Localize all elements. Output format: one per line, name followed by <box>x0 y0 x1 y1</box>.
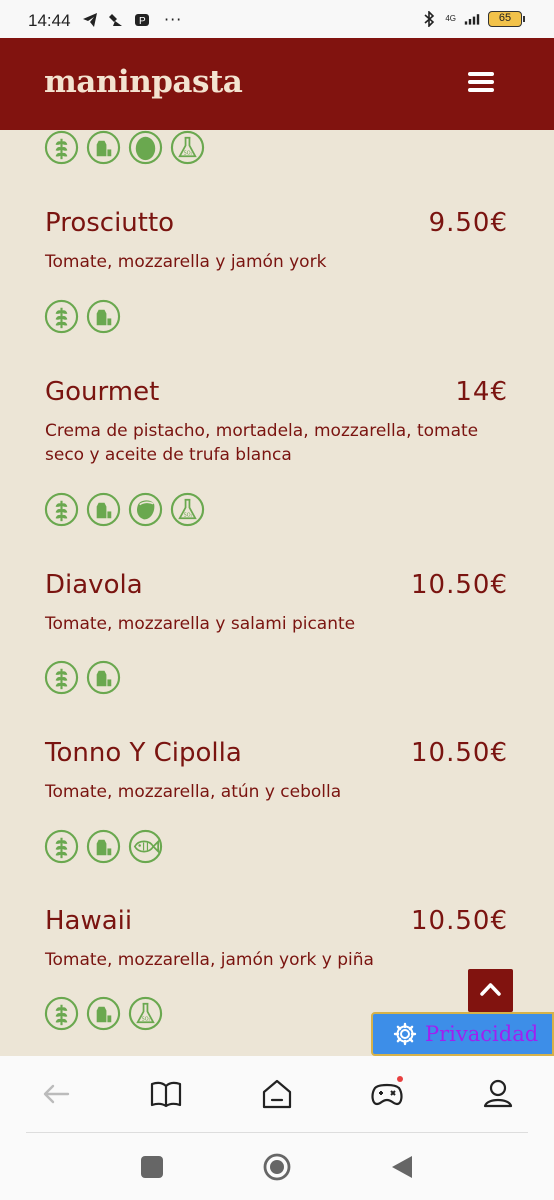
lactose-icon <box>86 829 121 864</box>
chevron-up-icon <box>480 983 501 996</box>
game-icon[interactable] <box>369 1076 405 1112</box>
home-icon[interactable] <box>259 1076 295 1112</box>
item-price: 10.50€ <box>411 570 508 600</box>
item-name: Diavola <box>45 570 143 600</box>
battery-indicator: 65 <box>488 11 525 27</box>
allergen-row <box>44 660 121 695</box>
status-notification-icons: P ··· <box>82 12 182 28</box>
sulfites-icon <box>170 492 205 527</box>
recent-apps-icon[interactable] <box>137 1152 167 1182</box>
allergen-row <box>44 299 121 334</box>
status-time: 14:44 <box>28 11 71 30</box>
lactose-icon <box>86 492 121 527</box>
item-name: Tonno Y Cipolla <box>45 738 242 768</box>
lactose-icon <box>86 996 121 1031</box>
profile-icon[interactable] <box>480 1076 516 1112</box>
item-description: Tomate, mozzarella y jamón york <box>45 252 327 272</box>
site-header: maninpasta <box>0 38 554 130</box>
scroll-to-top-button[interactable] <box>468 969 513 1012</box>
allergen-row <box>44 996 163 1031</box>
gluten-icon <box>44 130 79 165</box>
home-circle-icon[interactable] <box>262 1152 292 1182</box>
system-navigation-bar <box>0 1134 554 1200</box>
item-price: 9.50€ <box>428 208 508 238</box>
gluten-icon <box>44 299 79 334</box>
item-name: Gourmet <box>45 377 160 407</box>
nav-divider <box>26 1132 528 1133</box>
more-notifications-icon: ··· <box>164 10 183 29</box>
bluetooth-icon <box>424 11 435 27</box>
fish-icon <box>128 829 163 864</box>
gluten-icon <box>44 829 79 864</box>
lactose-icon <box>86 130 121 165</box>
gluten-icon <box>44 996 79 1031</box>
status-system-icons: 4G 65 <box>421 11 525 27</box>
signal-icon <box>464 14 480 25</box>
back-icon[interactable] <box>38 1076 74 1112</box>
item-price: 10.50€ <box>411 906 508 936</box>
item-description: Tomate, mozzarella, jamón york y piña <box>45 950 374 970</box>
allergen-row-partial <box>44 130 205 165</box>
lactose-icon <box>86 299 121 334</box>
site-logo[interactable]: maninpasta <box>44 64 243 100</box>
item-description: Tomate, mozzarella, atún y cebolla <box>45 782 342 802</box>
item-name: Prosciutto <box>45 208 175 238</box>
allergen-row <box>44 492 205 527</box>
item-price: 10.50€ <box>411 738 508 768</box>
browser-bottom-nav <box>0 1056 554 1134</box>
back-triangle-icon[interactable] <box>388 1152 418 1182</box>
menu-content: SO₂ Prosciutto 9.50€ Tomate, mozzarella … <box>0 130 554 1055</box>
cleaner-icon <box>109 14 122 26</box>
olive-icon <box>128 130 163 165</box>
item-price: 14€ <box>455 377 508 407</box>
network-type: 4G <box>445 14 456 23</box>
item-name: Hawaii <box>45 906 133 936</box>
gluten-icon <box>44 660 79 695</box>
svg-text:P: P <box>139 16 146 27</box>
telegram-icon <box>83 13 97 27</box>
parking-icon: P <box>135 14 149 27</box>
item-description: Tomate, mozzarella y salami picante <box>45 614 356 634</box>
sulfites-icon <box>170 130 205 165</box>
hamburger-menu-icon[interactable] <box>468 72 494 94</box>
lactose-icon <box>86 660 121 695</box>
item-description: Crema de pistacho, mortadela, mozzarella… <box>45 421 479 465</box>
sulfites-icon <box>128 996 163 1031</box>
privacy-label: Privacidad <box>425 1022 539 1046</box>
gear-icon <box>393 1022 417 1046</box>
privacy-button[interactable]: Privacidad <box>371 1012 554 1056</box>
allergen-row <box>44 829 163 864</box>
book-icon[interactable] <box>148 1076 184 1112</box>
gluten-icon <box>44 492 79 527</box>
status-bar: 14:44 P ··· 4G 65 <box>0 0 554 38</box>
nuts-icon <box>128 492 163 527</box>
